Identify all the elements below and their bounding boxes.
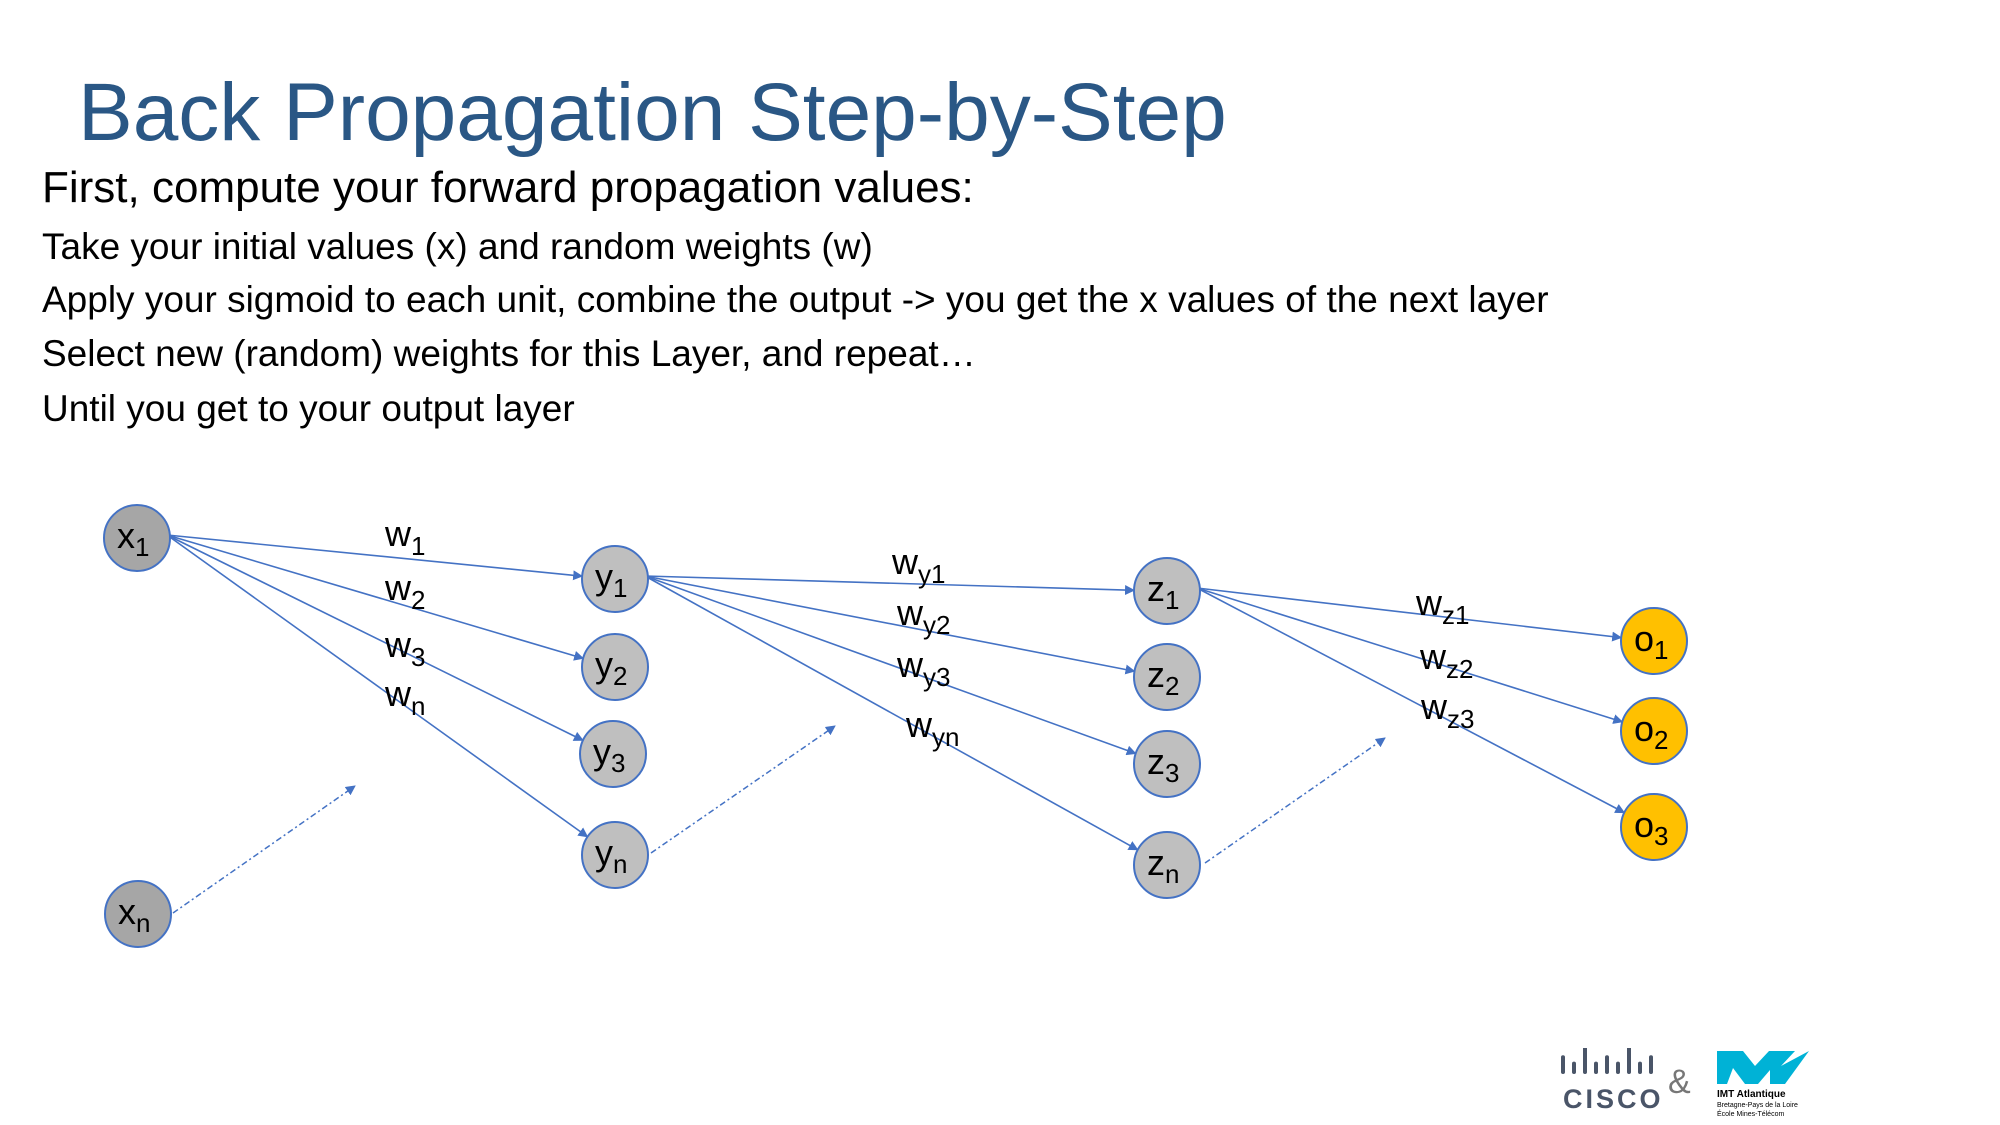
edge-x1-y2 [166,534,585,661]
node-zn: zn [1133,831,1201,899]
edge-z1-o2 [1196,587,1624,724]
logos: CISCO & IMT Atlantique Bretagne-Pays de … [1555,1048,1815,1118]
weight-label: wz3 [1420,686,1474,734]
svg-text:&: & [1668,1063,1691,1101]
edge-y1-z2 [644,575,1136,675]
cisco-logo: CISCO & IMT Atlantique Bretagne-Pays de … [1561,1048,1809,1118]
weight-label: w3 [384,624,425,672]
svg-text:CISCO: CISCO [1563,1084,1664,1114]
edge-z1-o3 [1196,587,1626,814]
weight-label: wn [384,673,425,721]
node-o2: o2 [1620,697,1688,765]
node-z2: z2 [1133,643,1201,711]
node-o1: o1 [1620,607,1688,675]
weight-label: wy3 [896,644,950,692]
node-yn: yn [581,821,649,889]
svg-text:Bretagne-Pays de la Loire: Bretagne-Pays de la Loire [1717,1102,1798,1109]
node-z1: z1 [1133,557,1201,625]
weight-label: w2 [384,567,425,615]
weight-label: wz1 [1415,582,1469,630]
edge-y1-z3 [644,575,1137,756]
node-o3: o3 [1620,793,1688,861]
svg-text:École Mines-Télécom: École Mines-Télécom [1717,1109,1784,1118]
weight-label: wy2 [896,592,950,640]
weight-label: wyn [905,704,959,752]
node-z3: z3 [1133,730,1201,798]
edge-y1-z1 [644,575,1136,596]
continuation-arrow-yn [650,725,836,854]
weight-label: wz2 [1419,636,1473,684]
continuation-arrow-zn [1204,737,1386,864]
edge-x1-y3 [166,534,584,742]
network-diagram: x1 xn y1 y2 y3 yn z1 z2 z3 zn o1 o2 o3 w1 w2 w3wn wy1wy2… [103,504,1688,948]
node-y1: y1 [581,545,649,613]
edge-y1-zn [644,575,1139,851]
weight-label: w1 [384,513,425,561]
edge-x1-yn [166,534,589,838]
edge-z1-o1 [1196,587,1623,642]
weight-label: wy1 [891,541,945,589]
node-y2: y2 [581,633,649,701]
edge-x1-y1 [166,534,584,581]
node-xn: xn [104,880,172,948]
svg-text:IMT Atlantique: IMT Atlantique [1717,1089,1786,1100]
node-x1: x1 [103,504,171,572]
node-y3: y3 [579,720,647,788]
continuation-arrow-xn [172,785,356,914]
